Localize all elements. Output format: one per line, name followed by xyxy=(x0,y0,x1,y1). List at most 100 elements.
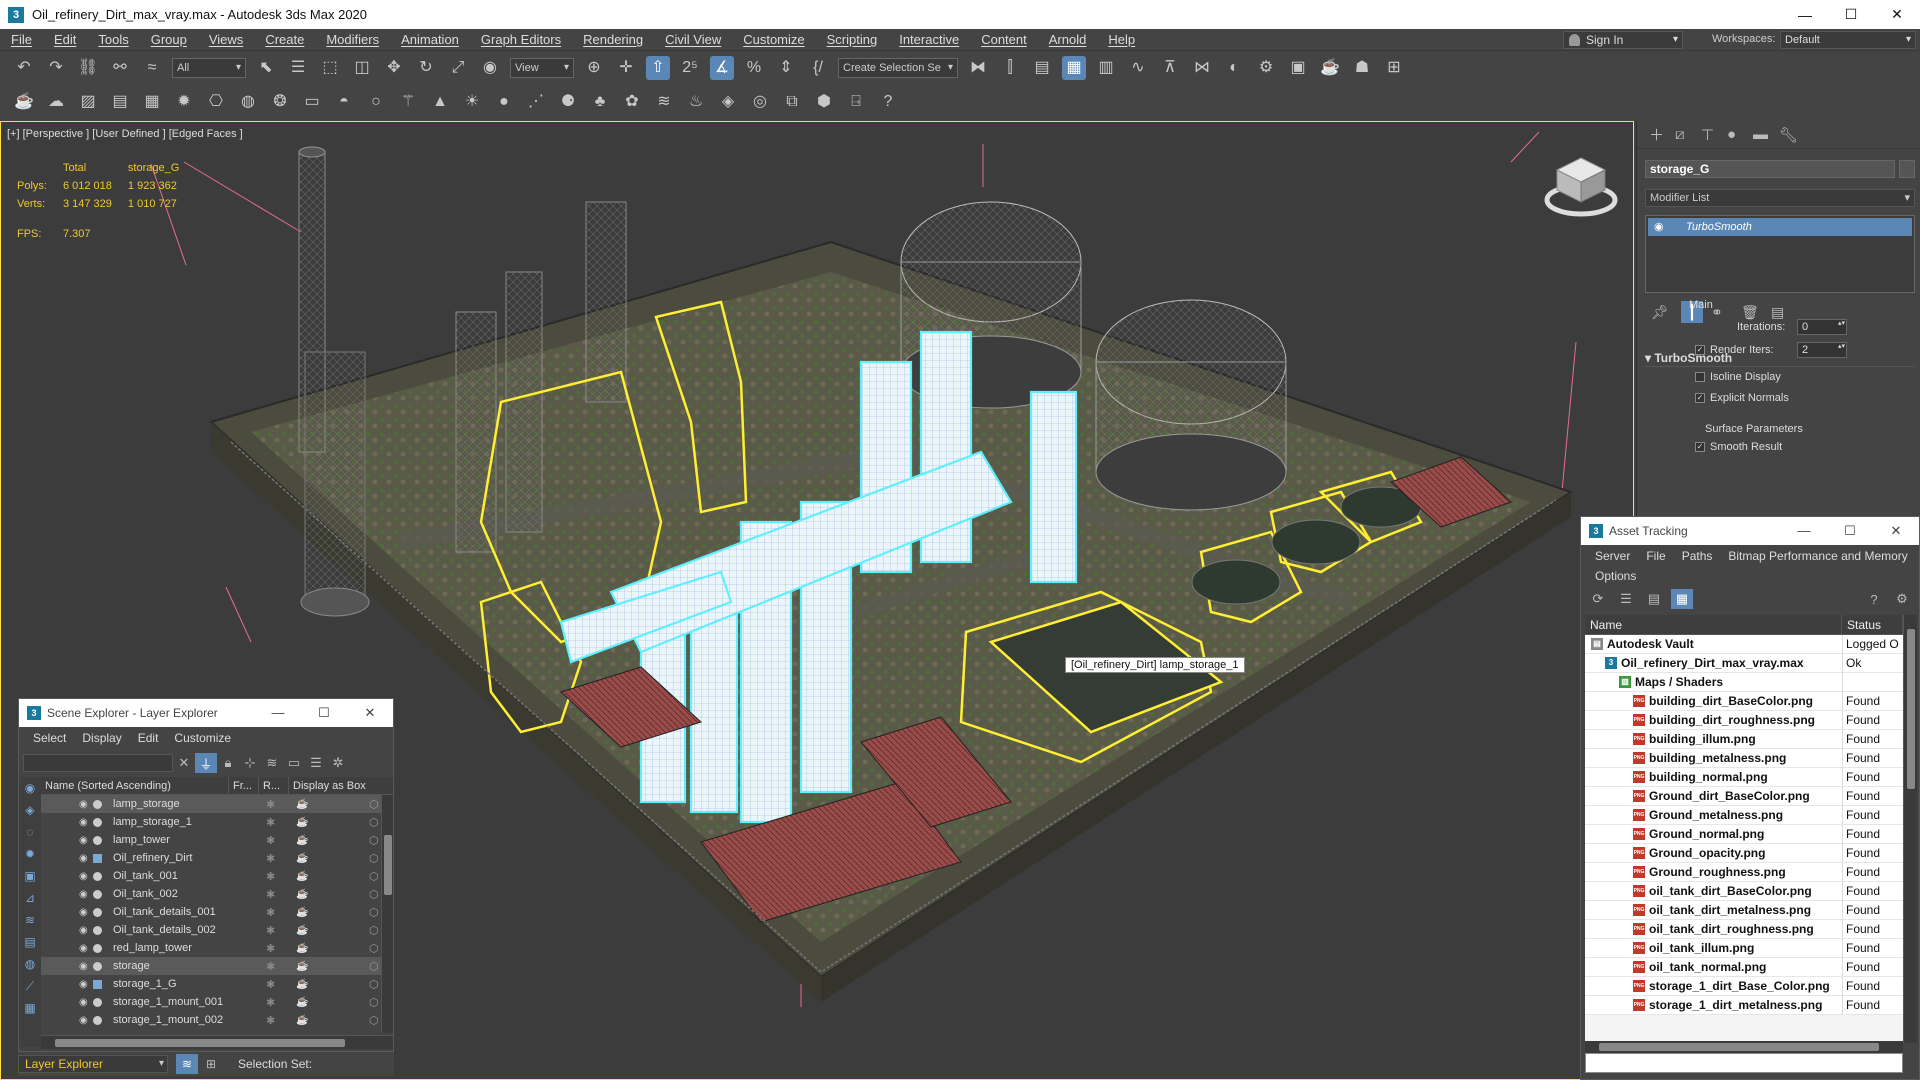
help-icon[interactable]: ? xyxy=(1863,589,1885,609)
panel-icon[interactable]: ▦ xyxy=(140,90,164,114)
scene-menu-select[interactable]: Select xyxy=(25,731,74,745)
eye-icon[interactable]: ◉ xyxy=(79,853,88,864)
renderable-icon[interactable]: ☕ xyxy=(296,1015,308,1026)
eye-icon[interactable]: ◉ xyxy=(79,835,88,846)
menu-interactive[interactable]: Interactive xyxy=(888,32,970,47)
find-input[interactable] xyxy=(23,754,173,772)
renderable-icon[interactable]: ☕ xyxy=(296,889,308,900)
disc-icon[interactable]: ○ xyxy=(364,90,388,114)
display-none-icon[interactable]: ◉ xyxy=(19,777,41,799)
window-crossing-icon[interactable]: ◫ xyxy=(350,56,374,80)
freeze-icon[interactable]: ✱ xyxy=(266,906,275,919)
export-icon[interactable]: ⍈ xyxy=(844,90,868,114)
asset-menu-options[interactable]: Options xyxy=(1587,569,1644,583)
display-as-box-icon[interactable]: ⬡ xyxy=(369,834,379,847)
column-header[interactable]: Name xyxy=(1585,614,1842,635)
display-as-box-icon[interactable]: ⬡ xyxy=(369,924,379,937)
table-row[interactable]: ▧ Maps / Shaders xyxy=(1585,672,1903,692)
clear-search-icon[interactable]: ✕ xyxy=(173,753,195,773)
renderable-icon[interactable]: ☕ xyxy=(296,835,308,846)
renderable-icon[interactable]: ☕ xyxy=(296,853,308,864)
freeze-icon[interactable]: ✱ xyxy=(266,942,275,955)
list-item[interactable]: ◉ Oil_tank_002 ✱ ☕ ⬡ xyxy=(41,885,381,903)
eye-icon[interactable]: ◉ xyxy=(1654,218,1664,236)
cloud-icon[interactable]: ☁ xyxy=(44,90,68,114)
table-row[interactable]: PNG building_dirt_BaseColor.png Found xyxy=(1585,691,1903,711)
motion-tab-icon[interactable]: ● xyxy=(1727,126,1753,143)
list-item[interactable]: ◉ storage ✱ ☕ ⬡ xyxy=(41,957,381,975)
eye-icon[interactable]: ◉ xyxy=(79,997,88,1008)
renderable-icon[interactable]: ☕ xyxy=(296,979,308,990)
list-item[interactable]: ◉ storage_1_mount_002 ✱ ☕ ⬡ xyxy=(41,1011,381,1029)
asset-menu-server[interactable]: Server xyxy=(1587,549,1638,563)
explicit-normals-checkbox[interactable]: ✓ Explicit Normals xyxy=(1695,392,1789,404)
options-icon[interactable]: ⚙ xyxy=(1891,589,1913,609)
settings-icon[interactable]: ✲ xyxy=(327,753,349,773)
isoline-checkbox[interactable]: Isoline Display xyxy=(1695,371,1781,383)
create-tab-icon[interactable]: ＋ xyxy=(1649,124,1675,145)
snaps-toggle-icon[interactable]: 2⁵ xyxy=(678,56,702,80)
light-icon[interactable]: ✹ xyxy=(172,90,196,114)
menu-views[interactable]: Views xyxy=(198,32,254,47)
menu-group[interactable]: Group xyxy=(140,32,198,47)
display-as-box-icon[interactable]: ⬡ xyxy=(369,978,379,991)
smooth-result-checkbox[interactable]: ✓ Smooth Result xyxy=(1695,441,1782,453)
minimize-button[interactable]: — xyxy=(1782,0,1828,29)
table-row[interactable]: PNG oil_tank_dirt_metalness.png Found xyxy=(1585,900,1903,920)
omni-icon[interactable]: ❂ xyxy=(268,90,292,114)
list-item[interactable]: ◉ lamp_tower ✱ ☕ ⬡ xyxy=(41,831,381,849)
minimize-button[interactable]: — xyxy=(255,705,301,721)
menu-arnold[interactable]: Arnold xyxy=(1038,32,1098,47)
freeze-icon[interactable]: ✱ xyxy=(266,996,275,1009)
list-icon[interactable]: ▤ xyxy=(108,90,132,114)
make-unique-icon[interactable]: ⚭ xyxy=(1711,301,1741,323)
minimize-button[interactable]: — xyxy=(1781,523,1827,539)
placement-icon[interactable]: ◉ xyxy=(478,56,502,80)
dope-sheet-icon[interactable]: ⊼ xyxy=(1158,56,1182,80)
remove-modifier-icon[interactable]: 🗑︎ xyxy=(1741,301,1771,323)
freeze-icon[interactable]: ✱ xyxy=(266,798,275,811)
rendered-frame-icon[interactable]: ▣ xyxy=(1286,56,1310,80)
menu-help[interactable]: Help xyxy=(1097,32,1146,47)
lock-icon[interactable]: 🔒︎ xyxy=(217,753,239,773)
close-button[interactable]: ✕ xyxy=(347,705,393,721)
menu-graph-editors[interactable]: Graph Editors xyxy=(470,32,572,47)
dome-icon[interactable]: ◓ xyxy=(332,90,356,114)
list-view-icon[interactable]: ☰ xyxy=(1615,589,1637,609)
scrollbar-thumb[interactable] xyxy=(1907,629,1915,789)
freeze-icon[interactable]: ✱ xyxy=(266,870,275,883)
edit-named-sets-icon[interactable]: {/ xyxy=(806,56,830,80)
modifier-stack-item[interactable]: ◉ TurboSmooth xyxy=(1648,218,1912,236)
display-tab-icon[interactable]: ▬ xyxy=(1753,126,1779,143)
scene-explorer-titlebar[interactable]: 3 Scene Explorer - Layer Explorer — ☐ ✕ xyxy=(19,699,393,727)
renderable-icon[interactable]: ☕ xyxy=(296,817,308,828)
maximize-button[interactable]: ☐ xyxy=(1827,523,1873,539)
percent-snap-icon[interactable]: % xyxy=(742,56,766,80)
table-row[interactable]: PNG building_normal.png Found xyxy=(1585,767,1903,787)
undo-icon[interactable]: ↶ xyxy=(12,56,36,80)
eye-icon[interactable]: ◉ xyxy=(79,799,88,810)
display-as-box-icon[interactable]: ⬡ xyxy=(369,852,379,865)
link-icon[interactable]: ⛓ xyxy=(76,56,100,80)
plane-icon[interactable]: ▭ xyxy=(300,90,324,114)
menu-tools[interactable]: Tools xyxy=(87,32,139,47)
freeze-icon[interactable]: ✱ xyxy=(266,978,275,991)
list-item[interactable]: ◉ red_lamp_tower ✱ ☕ ⬡ xyxy=(41,939,381,957)
asset-menu-bitmap-performance-and-memory[interactable]: Bitmap Performance and Memory xyxy=(1720,549,1915,563)
geometry-filter-icon[interactable]: ◈ xyxy=(19,799,41,821)
scrollbar-thumb[interactable] xyxy=(55,1039,345,1047)
modifier-list-dropdown[interactable]: Modifier List xyxy=(1645,189,1915,207)
freeze-icon[interactable]: ✱ xyxy=(266,960,275,973)
display-as-box-icon[interactable]: ⬡ xyxy=(369,870,379,883)
list-item[interactable]: ◉ storage_1_mount_001 ✱ ☕ ⬡ xyxy=(41,993,381,1011)
maximize-button[interactable]: ☐ xyxy=(1828,0,1874,29)
table-row[interactable]: PNG Ground_metalness.png Found xyxy=(1585,805,1903,825)
eye-icon[interactable]: ◉ xyxy=(79,817,88,828)
table-row[interactable]: PNG oil_tank_dirt_roughness.png Found xyxy=(1585,919,1903,939)
eye-icon[interactable]: ◉ xyxy=(79,907,88,918)
renderable-icon[interactable]: ☕ xyxy=(296,871,308,882)
xref-filter-icon[interactable]: ◍ xyxy=(19,953,41,975)
renderable-icon[interactable]: ☕ xyxy=(296,799,308,810)
table-row[interactable]: PNG storage_1_dirt_Base_Color.png Found xyxy=(1585,976,1903,996)
maximize-button[interactable]: ☐ xyxy=(301,705,347,721)
